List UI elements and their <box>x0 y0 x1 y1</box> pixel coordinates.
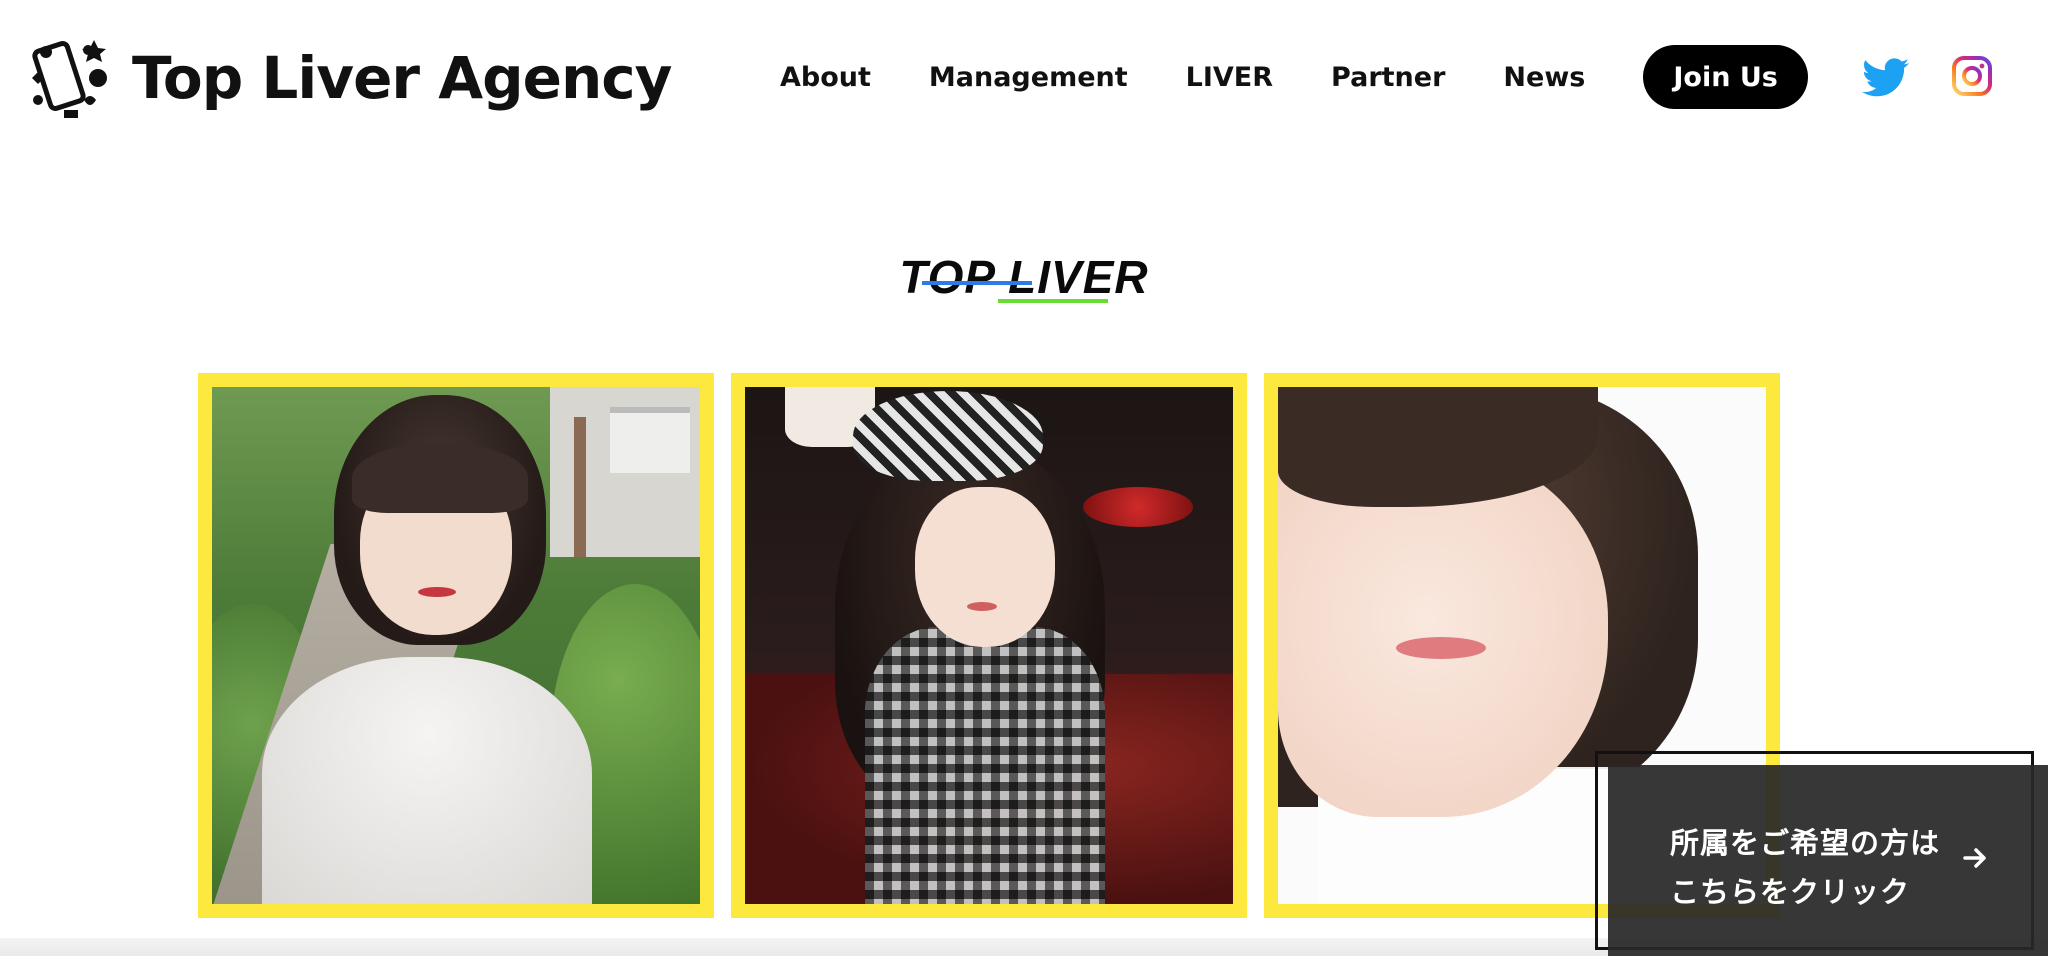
liver-photo-garden <box>212 387 700 904</box>
instagram-icon[interactable] <box>1952 56 1992 96</box>
arrow-right-icon <box>1960 843 1990 873</box>
nav-partner[interactable]: Partner <box>1331 62 1445 93</box>
cta-line-2: こちらをクリック <box>1670 875 1911 909</box>
liver-card[interactable] <box>198 373 714 918</box>
main-nav: About Management LIVER Partner News Join… <box>780 44 1808 110</box>
liver-photo-gingham <box>745 387 1233 904</box>
liver-card[interactable] <box>731 373 1247 918</box>
cta-line-1: 所属をご希望の方は <box>1670 826 1941 860</box>
section-title: TOP LIVER <box>899 251 1149 304</box>
join-cta-banner[interactable]: 所属をご希望の方は こちらをクリック <box>1608 765 2048 956</box>
title-underline-green <box>998 299 1108 303</box>
join-us-button[interactable]: Join Us <box>1643 45 1808 109</box>
title-underline-blue <box>922 281 1032 285</box>
twitter-icon[interactable] <box>1862 56 1910 100</box>
nav-news[interactable]: News <box>1503 62 1585 93</box>
nav-about[interactable]: About <box>780 62 871 93</box>
nav-management[interactable]: Management <box>929 62 1128 93</box>
logo-icon <box>24 30 120 126</box>
logo-text: Top Liver Agency <box>132 44 672 112</box>
site-header: Top Liver Agency About Management LIVER … <box>0 0 2048 150</box>
nav-liver[interactable]: LIVER <box>1186 62 1273 93</box>
logo[interactable]: Top Liver Agency <box>24 28 672 128</box>
